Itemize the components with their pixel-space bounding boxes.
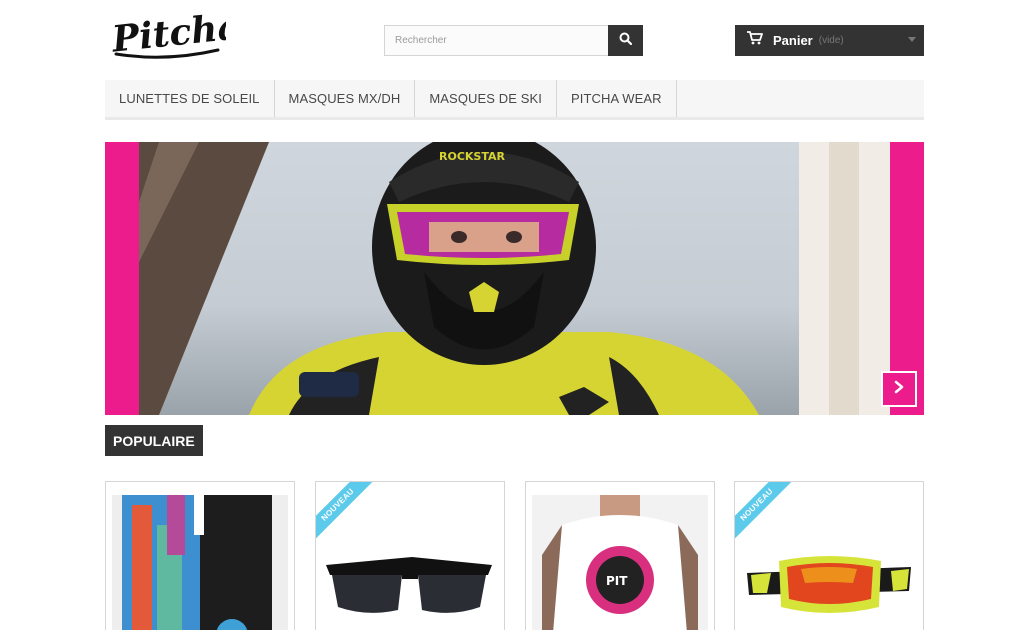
menu-item-masques-mx-dh[interactable]: MASQUES MX/DH [275,80,416,117]
search-button[interactable] [608,25,643,56]
site-logo[interactable]: Pitcha. Pitcha. [106,1,258,64]
search-icon [619,32,633,50]
chevron-down-icon[interactable] [908,37,916,42]
search-bar [384,25,643,56]
new-badge: NOUVEAU [316,482,377,543]
chevron-right-icon [893,380,905,399]
product-card[interactable]: NOUVEAU [315,481,505,630]
menu-item-pitcha-wear[interactable]: PITCHA WEAR [557,80,677,117]
svg-text:PIT: PIT [606,574,628,588]
cart-button[interactable]: Panier (vide) [735,25,924,56]
product-card[interactable]: NOUVEAU [734,481,924,630]
cart-status: (vide) [818,35,844,46]
cart-label: Panier [773,33,813,48]
tab-populaire[interactable]: POPULAIRE [105,425,203,456]
search-input[interactable] [384,25,608,56]
menu-item-masques-de-ski[interactable]: MASQUES DE SKI [415,80,557,117]
svg-text:ROCKSTAR: ROCKSTAR [439,150,506,163]
product-image[interactable] [112,495,288,630]
product-card[interactable] [105,481,295,630]
shopping-cart-icon [747,31,763,50]
slider-next-button[interactable] [881,371,917,407]
main-menu: LUNETTES DE SOLEIL MASQUES MX/DH MASQUES… [105,80,924,120]
new-badge: NOUVEAU [735,482,796,543]
product-image[interactable]: PIT [532,495,708,630]
menu-item-lunettes-de-soleil[interactable]: LUNETTES DE SOLEIL [105,80,275,117]
homepage-slider: ROCKSTAR [105,142,924,415]
slide-image[interactable]: ROCKSTAR [139,142,890,415]
product-card[interactable]: PIT [525,481,715,630]
